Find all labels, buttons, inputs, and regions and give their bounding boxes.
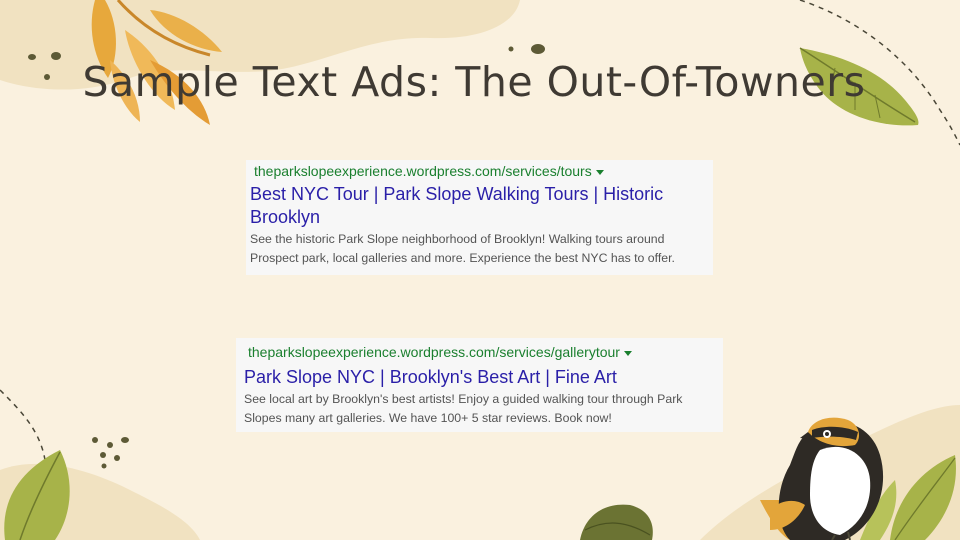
bottom-left-leaf-icon (4, 450, 70, 540)
ad-description: See local art by Brooklyn's best artists… (244, 392, 683, 425)
slide-title: Sample Text Ads: The Out-Of-Towners (82, 58, 866, 106)
ad-display-url[interactable]: theparkslopeexperience.wordpress.com/ser… (244, 344, 717, 361)
text-ad-card: theparkslopeexperience.wordpress.com/ser… (246, 160, 713, 275)
ad-url-text: theparkslopeexperience.wordpress.com/ser… (254, 163, 592, 179)
caret-down-icon[interactable] (623, 350, 632, 356)
ad-headline-link[interactable]: Best NYC Tour | Park Slope Walking Tours… (250, 183, 707, 229)
ad-description: See the historic Park Slope neighborhood… (250, 232, 675, 265)
text-ad-card: theparkslopeexperience.wordpress.com/ser… (236, 338, 723, 432)
ad-display-url[interactable]: theparkslopeexperience.wordpress.com/ser… (250, 163, 707, 180)
ad-headline-link[interactable]: Park Slope NYC | Brooklyn's Best Art | F… (244, 366, 717, 389)
ad-url-text: theparkslopeexperience.wordpress.com/ser… (248, 344, 620, 360)
bottom-center-leaf-icon (580, 504, 653, 540)
bird-icon (760, 417, 884, 540)
caret-down-icon[interactable] (595, 169, 604, 175)
